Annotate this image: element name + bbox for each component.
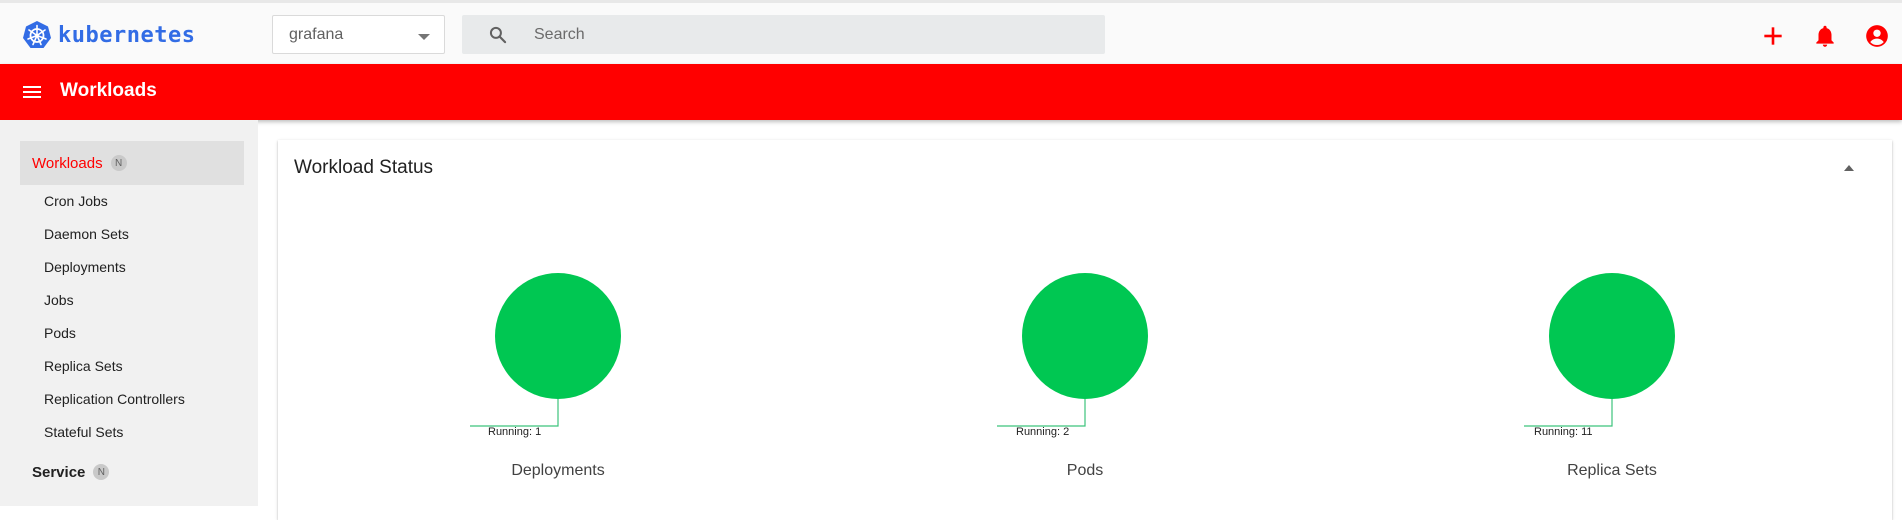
sidebar-item-jobs[interactable]: Jobs bbox=[44, 292, 74, 308]
deployments-leader-line bbox=[470, 399, 559, 427]
notifications-icon[interactable] bbox=[1812, 23, 1838, 49]
add-icon[interactable] bbox=[1760, 23, 1786, 49]
pods-running-label: Running: 2 bbox=[1016, 426, 1070, 438]
sidebar-item-pods[interactable]: Pods bbox=[44, 325, 76, 341]
sidebar-section-service[interactable]: Service N bbox=[20, 450, 244, 494]
pods-status-chart: Running: 2 Pods bbox=[885, 140, 1285, 520]
namespaced-badge: N bbox=[110, 155, 127, 171]
deployments-pie-slice-running[interactable] bbox=[495, 273, 621, 399]
sidebar-item-stateful-sets[interactable]: Stateful Sets bbox=[44, 424, 123, 440]
sidebar-item-replica-sets[interactable]: Replica Sets bbox=[44, 358, 123, 374]
page-title: Workloads bbox=[60, 80, 157, 101]
search-input[interactable] bbox=[534, 15, 1094, 54]
search-bar[interactable] bbox=[462, 15, 1105, 54]
workload-status-card: Workload Status Running: 1 Deployments R… bbox=[278, 140, 1892, 520]
chevron-down-icon bbox=[418, 34, 430, 40]
sidebar-section-label: Service bbox=[32, 463, 86, 481]
sidebar-item-daemon-sets[interactable]: Daemon Sets bbox=[44, 226, 129, 242]
deployments-status-chart: Running: 1 Deployments bbox=[358, 140, 758, 520]
replica-sets-pie-slice-running[interactable] bbox=[1549, 273, 1675, 399]
sidebar-item-replication-controllers[interactable]: Replication Controllers bbox=[44, 391, 185, 407]
replica-sets-chart-title: Replica Sets bbox=[1567, 462, 1657, 479]
sidebar-item-cron-jobs[interactable]: Cron Jobs bbox=[44, 193, 108, 209]
menu-icon[interactable] bbox=[20, 80, 44, 104]
pods-pie-slice-running[interactable] bbox=[1022, 273, 1148, 399]
sidebar: Workloads N Cron Jobs Daemon Sets Deploy… bbox=[0, 120, 258, 506]
namespace-select[interactable]: grafana bbox=[272, 15, 445, 54]
replica-sets-running-label: Running: 11 bbox=[1534, 426, 1593, 438]
pods-chart-title: Pods bbox=[1066, 462, 1104, 479]
namespace-value: grafana bbox=[289, 26, 344, 43]
sidebar-section-workloads[interactable]: Workloads N bbox=[20, 141, 244, 185]
replica-sets-status-chart: Running: 11 Replica Sets bbox=[1412, 140, 1812, 520]
search-icon bbox=[489, 26, 507, 44]
deployments-chart-title: Deployments bbox=[511, 462, 605, 479]
deployments-running-label: Running: 1 bbox=[488, 426, 542, 438]
replica-sets-leader-line bbox=[1524, 399, 1613, 427]
page-toolbar: Workloads bbox=[0, 64, 1902, 120]
namespaced-badge: N bbox=[93, 464, 110, 480]
sidebar-item-deployments[interactable]: Deployments bbox=[44, 259, 126, 275]
account-icon[interactable] bbox=[1864, 23, 1890, 49]
top-bar: kubernetes grafana bbox=[0, 0, 1902, 64]
logo-text: kubernetes bbox=[58, 22, 196, 48]
kubernetes-wheel-icon bbox=[23, 21, 51, 48]
pods-leader-line bbox=[997, 399, 1086, 427]
sidebar-section-label: Workloads bbox=[32, 154, 103, 172]
kubernetes-logo[interactable]: kubernetes bbox=[22, 20, 195, 50]
collapse-arrow-icon[interactable] bbox=[1844, 165, 1854, 171]
